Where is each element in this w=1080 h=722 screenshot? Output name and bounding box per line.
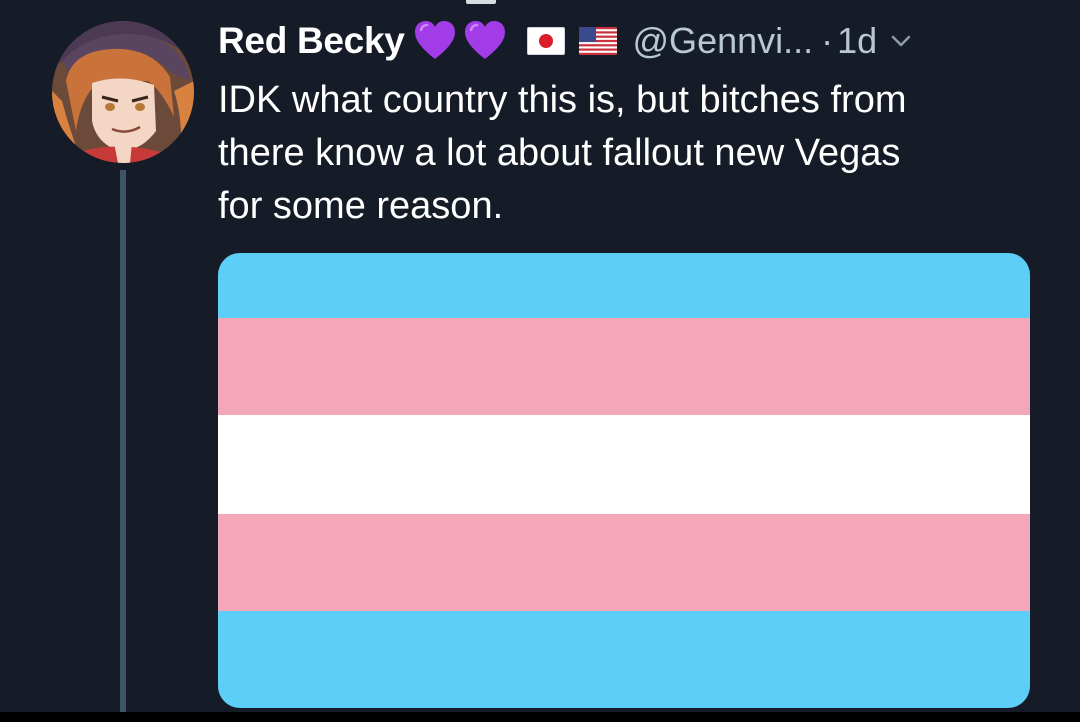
author-handle[interactable]: @Gennvi... [633,20,814,62]
chevron-down-icon[interactable] [889,29,913,53]
thread-line [120,170,126,712]
flag-stripe-white [218,415,1030,514]
purple-heart-icon [464,21,505,59]
tweet-header: Red Becky @Gennvi... · 1d [218,14,913,68]
flag-stripe-pink [218,514,1030,611]
flag-stripe-blue [218,253,1030,318]
flag-stripe-pink [218,318,1030,415]
tweet-text: IDK what country this is, but bitches fr… [218,79,907,227]
avatar[interactable] [52,21,194,163]
japan-flag-icon [526,27,565,55]
usa-flag-icon [578,27,617,55]
author-name[interactable]: Red Becky [218,20,405,62]
tweet-screenshot: Red Becky @Gennvi... · 1d IDK what count… [0,0,1080,712]
timestamp[interactable]: 1d [837,20,877,62]
tweet-media-image[interactable] [218,253,1030,708]
separator-dot: · [821,20,834,61]
top-indicator [466,0,496,4]
flag-stripe-blue [218,611,1030,708]
purple-heart-icon [414,21,455,59]
